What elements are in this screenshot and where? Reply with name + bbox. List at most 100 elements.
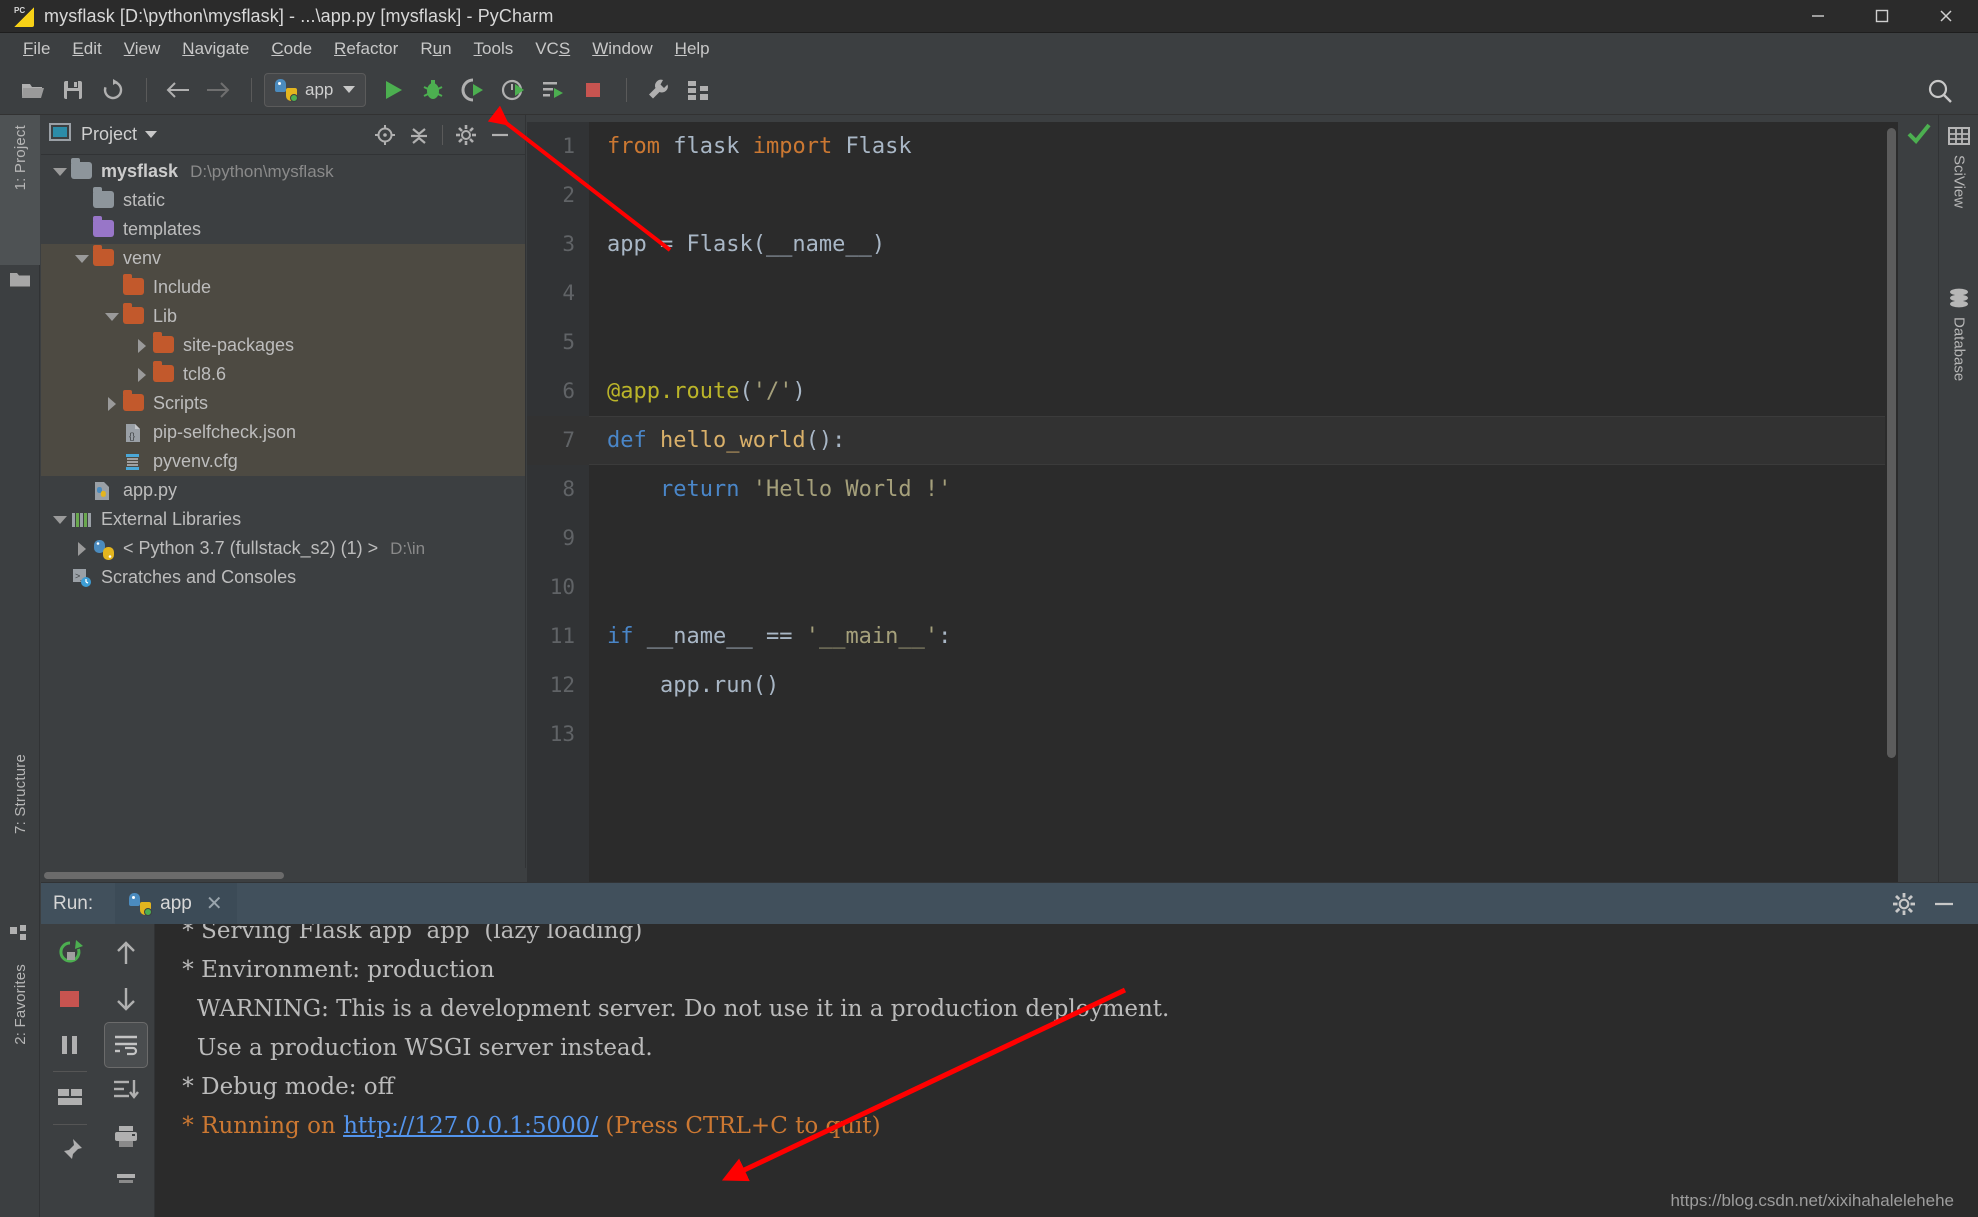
sidebar-tab-favorites[interactable]: 2: Favorites <box>0 960 40 1145</box>
sidebar-tab-structure[interactable]: 7: Structure <box>0 750 40 920</box>
line-number: 4 <box>562 281 575 305</box>
debug-icon[interactable] <box>414 73 452 107</box>
code-line: 9 <box>527 514 1898 563</box>
run-panel-label: Run: <box>53 892 94 914</box>
menu-vcs[interactable]: VCS <box>524 35 581 63</box>
print-icon[interactable] <box>104 1114 148 1160</box>
python-icon <box>129 892 153 916</box>
maximize-button[interactable] <box>1850 0 1914 33</box>
profile-icon[interactable] <box>494 73 532 107</box>
tree-label: pip-selfcheck.json <box>153 422 297 442</box>
project-settings-gear-icon[interactable] <box>449 120 483 150</box>
code-editor[interactable]: 1 from flask import Flask 2 3 app = Flask(… <box>527 115 1898 882</box>
right-tab-sciview[interactable]: SciView <box>1939 125 1978 208</box>
pin-icon[interactable] <box>48 1128 92 1174</box>
project-view-chevron-icon[interactable] <box>145 131 158 138</box>
minimize-button[interactable] <box>1786 0 1850 33</box>
soft-wrap-icon[interactable] <box>104 1022 148 1068</box>
expand-arrow-icon[interactable] <box>131 360 153 389</box>
tree-row-scratches[interactable]: >_ Scratches and Consoles <box>41 563 525 592</box>
sidebar-tab-project-label: 1: Project <box>11 125 29 191</box>
open-folder-icon[interactable] <box>14 73 52 107</box>
menu-view[interactable]: View <box>113 35 172 63</box>
navigate-forward-icon[interactable] <box>199 73 237 107</box>
menu-tools[interactable]: Tools <box>463 35 525 63</box>
run-tests-icon[interactable] <box>534 73 572 107</box>
run-icon[interactable] <box>374 73 412 107</box>
scrollbar-thumb[interactable] <box>1887 128 1896 758</box>
editor-code-area[interactable]: 1 from flask import Flask 2 3 app = Flask(… <box>527 122 1898 882</box>
stop-icon[interactable] <box>574 73 612 107</box>
expand-arrow-icon[interactable] <box>101 389 123 418</box>
run-with-coverage-icon[interactable] <box>454 73 492 107</box>
pause-icon[interactable] <box>48 1022 92 1068</box>
sidebar-tab-project[interactable]: 1: Project <box>0 115 40 265</box>
folder-module-icon <box>71 157 93 182</box>
running-prefix: * Running on <box>175 1113 344 1139</box>
menu-file[interactable]: File <box>12 35 61 63</box>
sync-icon[interactable] <box>94 73 132 107</box>
tree-row-venv[interactable]: venv <box>41 244 525 273</box>
tree-row-pip-selfcheck[interactable]: {} pip-selfcheck.json <box>41 418 525 447</box>
up-icon[interactable] <box>104 930 148 976</box>
tree-row-include[interactable]: Include <box>41 273 525 302</box>
down-icon[interactable] <box>104 976 148 1022</box>
rerun-icon[interactable] <box>48 930 92 976</box>
menu-run[interactable]: Run <box>409 35 462 63</box>
tree-row-tcl86[interactable]: tcl8.6 <box>41 360 525 389</box>
menu-window[interactable]: Window <box>581 35 663 63</box>
tree-row-python-interpreter[interactable]: < Python 3.7 (fullstack_s2) (1) > D:\in <box>41 534 525 563</box>
clear-all-icon[interactable] <box>104 1160 148 1206</box>
folder-excluded-icon <box>153 331 175 356</box>
close-icon[interactable]: ✕ <box>206 891 223 916</box>
layout-icon[interactable] <box>48 1075 92 1121</box>
python-icon <box>93 539 115 560</box>
tree-row-lib[interactable]: Lib <box>41 302 525 331</box>
close-button[interactable] <box>1914 0 1978 33</box>
tree-row-pyvenv-cfg[interactable]: pyvenv.cfg <box>41 447 525 476</box>
tree-row-static[interactable]: static <box>41 186 525 215</box>
scroll-from-source-icon[interactable] <box>368 120 402 150</box>
tree-row-scripts[interactable]: Scripts <box>41 389 525 418</box>
search-everywhere-icon[interactable] <box>1926 77 1954 110</box>
right-tab-database[interactable]: Database <box>1939 287 1978 381</box>
settings-wrench-icon[interactable] <box>639 73 677 107</box>
expand-arrow-icon[interactable] <box>71 244 93 273</box>
project-horizontal-scrollbar[interactable] <box>41 868 526 882</box>
run-console-output[interactable]: * Serving Flask app app (lazy loading) *… <box>155 924 1978 1217</box>
run-tab-app[interactable]: app ✕ <box>115 882 237 925</box>
scrollbar-thumb[interactable] <box>44 872 284 879</box>
line-number: 2 <box>562 183 575 207</box>
menu-refactor[interactable]: Refactor <box>323 35 409 63</box>
project-structure-icon[interactable] <box>679 73 717 107</box>
expand-arrow-icon[interactable] <box>49 505 71 534</box>
expand-arrow-icon[interactable] <box>71 534 93 563</box>
hide-run-panel-icon[interactable] <box>1924 887 1964 921</box>
server-url-link[interactable]: http://127.0.0.1:5000/ <box>343 1113 598 1139</box>
tree-row-templates[interactable]: templates <box>41 215 525 244</box>
collapse-all-icon[interactable] <box>402 120 436 150</box>
tree-row-mysflask[interactable]: mysflask D:\python\mysflask <box>41 157 525 186</box>
expand-arrow-icon[interactable] <box>101 302 123 331</box>
scroll-to-end-icon[interactable] <box>104 1068 148 1114</box>
tree-row-app-py[interactable]: app.py <box>41 476 525 505</box>
tree-label: static <box>123 190 166 210</box>
run-settings-gear-icon[interactable] <box>1884 887 1924 921</box>
editor-vertical-scrollbar[interactable] <box>1885 122 1898 882</box>
run-configuration-selector[interactable]: app <box>264 72 367 107</box>
menu-help[interactable]: Help <box>664 35 721 63</box>
expand-arrow-icon[interactable] <box>131 331 153 360</box>
scratches-icon: >_ <box>71 568 93 588</box>
save-all-icon[interactable] <box>54 73 92 107</box>
menu-code[interactable]: Code <box>260 35 323 63</box>
pycharm-window: PC mysflask [D:\python\mysflask] - ...\a… <box>0 0 1978 1217</box>
menu-navigate[interactable]: Navigate <box>171 35 260 63</box>
tree-row-site-packages[interactable]: site-packages <box>41 331 525 360</box>
stop-icon[interactable] <box>48 976 92 1022</box>
inspection-ok-icon[interactable] <box>1906 122 1932 151</box>
navigate-back-icon[interactable] <box>159 73 197 107</box>
hide-panel-icon[interactable] <box>483 120 517 150</box>
menu-edit[interactable]: Edit <box>61 35 112 63</box>
tree-row-external-libraries[interactable]: External Libraries <box>41 505 525 534</box>
expand-arrow-icon[interactable] <box>49 157 71 186</box>
